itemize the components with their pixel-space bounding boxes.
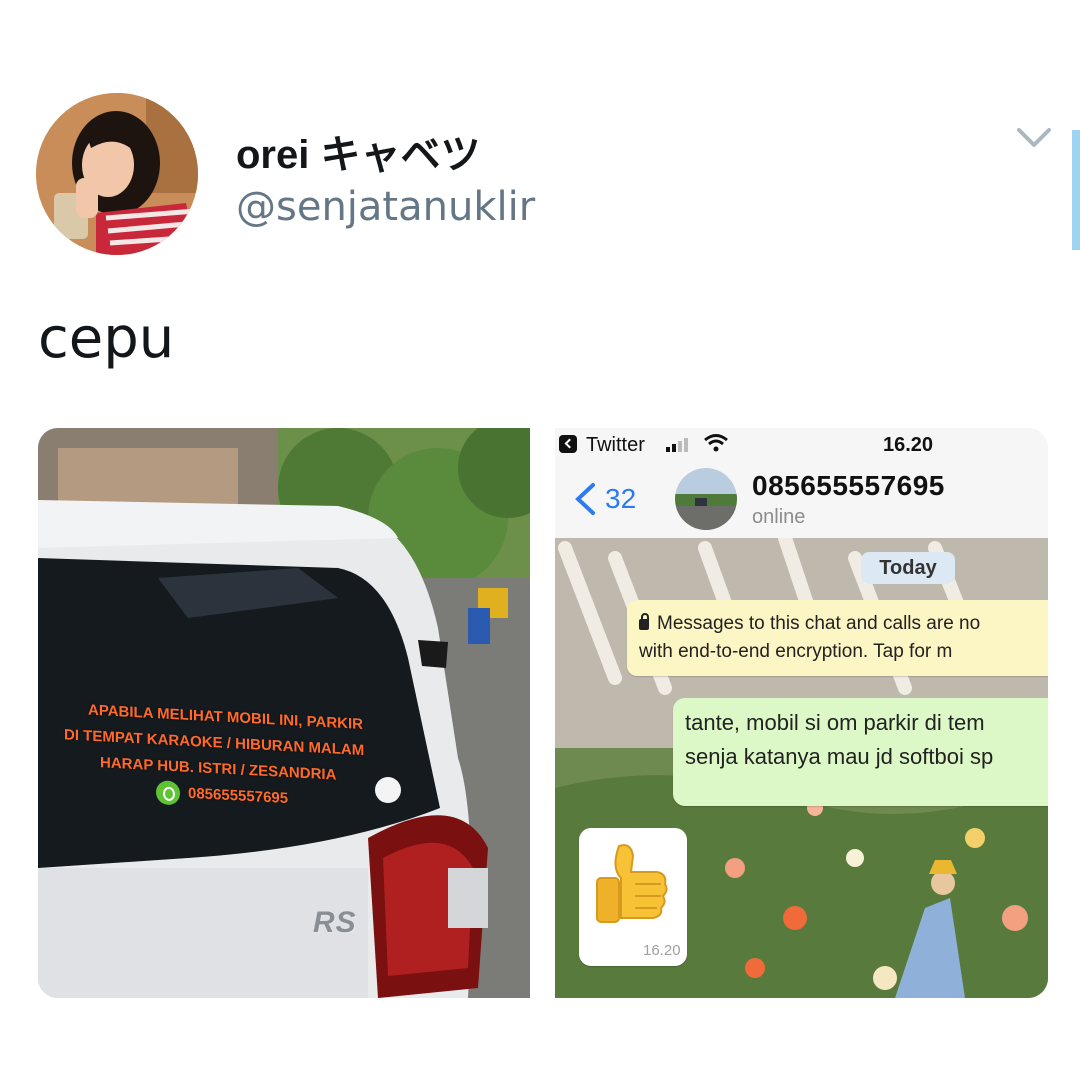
outgoing-message-line-2: senja katanya mau jd softboi sp xyxy=(685,744,994,769)
date-pill: Today xyxy=(861,552,955,584)
encryption-notice-line-1: Messages to this chat and calls are no xyxy=(657,613,981,634)
whatsapp-icon xyxy=(156,780,180,806)
lock-icon xyxy=(639,613,649,630)
status-bar: Twitter 16.20 xyxy=(555,428,1048,464)
tweet-photo-chat[interactable]: Twitter 16.20 32 085655557695 online Tod… xyxy=(555,428,1048,998)
avatar-image xyxy=(36,93,198,255)
outgoing-message-line-1: tante, mobil si om parkir di tem xyxy=(685,710,985,735)
tweet-text: cepu xyxy=(38,306,175,371)
decal-phone: 085655557695 xyxy=(188,784,289,808)
status-time: 16.20 xyxy=(883,434,934,456)
incoming-message[interactable]: 16.20 xyxy=(579,828,687,966)
unread-count[interactable]: 32 xyxy=(605,483,636,515)
contact-status: online xyxy=(752,506,806,528)
chat-header: 32 085655557695 online xyxy=(555,464,1048,539)
chevron-down-icon[interactable] xyxy=(1015,125,1053,151)
thumbs-up-icon xyxy=(596,844,668,923)
back-chevron-icon[interactable] xyxy=(573,482,597,516)
car-model-badge: RS xyxy=(313,906,357,939)
tweet-photo-car[interactable]: APABILA MELIHAT MOBIL INI, PARKIR DI TEM… xyxy=(38,428,530,998)
car-window-decal: APABILA MELIHAT MOBIL INI, PARKIR DI TEM… xyxy=(64,698,408,819)
status-app-label: Twitter xyxy=(586,434,645,456)
encryption-notice-line-2: with end-to-end encryption. Tap for m xyxy=(639,641,953,662)
user-handle[interactable]: @senjatanuklir xyxy=(236,184,535,230)
contact-avatar[interactable] xyxy=(675,468,737,530)
scroll-indicator xyxy=(1072,130,1080,250)
profile-avatar[interactable] xyxy=(36,93,198,255)
signal-icon xyxy=(666,438,688,452)
back-to-app-icon xyxy=(559,435,577,453)
encryption-notice[interactable]: Messages to this chat and calls are no w… xyxy=(627,600,1048,676)
outgoing-message[interactable]: tante, mobil si om parkir di tem senja k… xyxy=(673,698,1048,806)
wifi-icon xyxy=(704,434,728,452)
display-name[interactable]: orei キャベツ xyxy=(236,122,480,180)
contact-name[interactable]: 085655557695 xyxy=(752,470,945,502)
incoming-message-time: 16.20 xyxy=(643,942,681,959)
